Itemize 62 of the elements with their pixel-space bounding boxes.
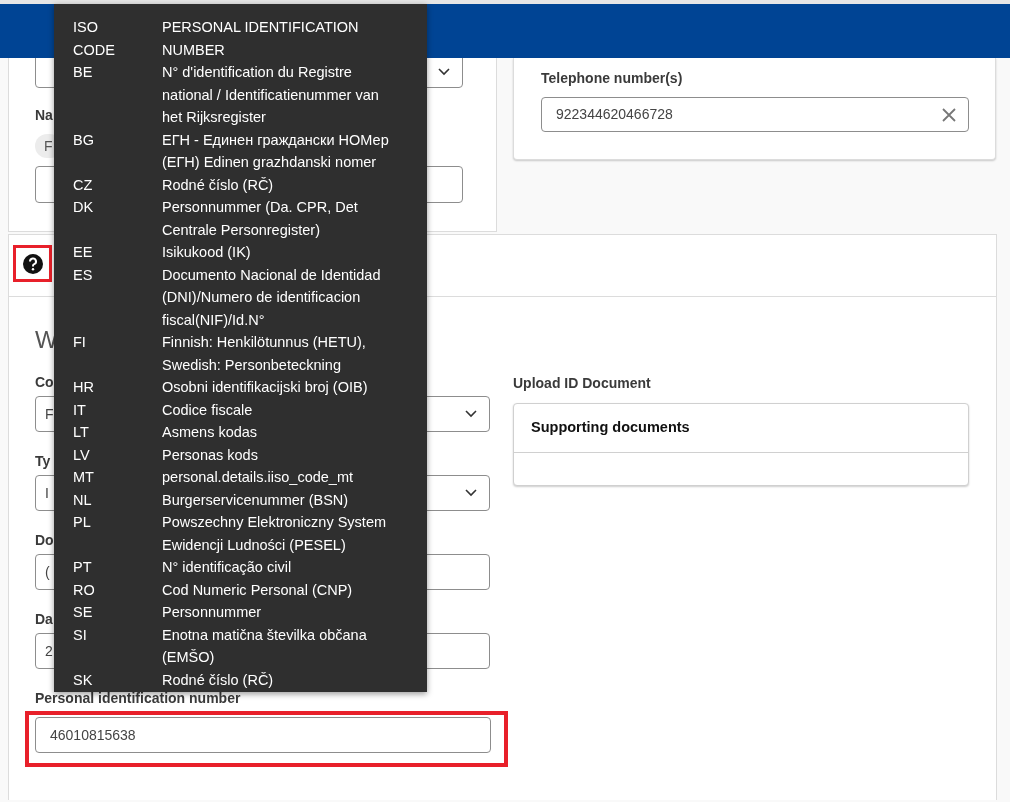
country-code: IT <box>73 401 86 418</box>
field-value: 922344620466728 <box>556 105 673 124</box>
country-code: ES <box>73 266 93 283</box>
country-code: LV <box>73 446 90 463</box>
field-label: Co <box>35 373 54 391</box>
field-label: Personal identification number <box>35 689 241 707</box>
id-number-name: Powszechny Elektroniczny System Ewidencji Ludności (PESEL) <box>162 514 387 553</box>
country-code: CZ <box>73 176 93 193</box>
id-number-name: Isikukood (IK) <box>162 244 251 260</box>
field-label: Da <box>35 610 53 628</box>
id-number-name: Personnummer <box>162 604 262 620</box>
id-number-name: Finnish: Henkilötunnus (HETU), Swedish: Personbeteckning <box>162 334 366 373</box>
close-icon[interactable] <box>942 107 956 122</box>
country-code: MT <box>73 469 94 485</box>
country-code: LT <box>73 424 89 440</box>
chevron-down-icon <box>465 489 477 497</box>
input-field[interactable]: 46010815638 <box>35 717 491 753</box>
column-header: ISO CODE <box>73 18 116 60</box>
id-number-name: Documento Nacional de Identidad (DNI)/Numero de identificacion fiscal(NIF)/Id.N° <box>162 266 381 328</box>
id-number-name: N° d'identification du Registre national / Identificatienummer van het Rijksregister <box>162 64 379 125</box>
input-field[interactable]: 922344620466728 <box>541 97 969 132</box>
country-code: EE <box>73 244 93 260</box>
id-number-name: Rodné číslo (RČ) <box>162 671 274 688</box>
id-number-name: ЕГН - Единен граждански НОМер (ЕГН) Edinen grazhdanski nomer <box>162 131 389 170</box>
country-code: SK <box>73 671 93 688</box>
country-code: SE <box>73 604 93 620</box>
field-value: 2 <box>45 641 53 661</box>
country-code: SI <box>73 626 87 643</box>
field-label: Upload ID Document <box>513 374 651 392</box>
country-code: HR <box>73 379 94 395</box>
field-label: Telephone number(s) <box>541 69 683 87</box>
id-number-name: Asmens kodas <box>162 424 258 440</box>
chevron-down-icon <box>438 68 450 76</box>
panel-title: Supporting documents <box>531 418 690 438</box>
column-header: PERSONAL IDENTIFICATION NUMBER <box>162 19 359 58</box>
id-number-name: Codice fiscale <box>162 401 253 418</box>
country-code: FI <box>73 334 86 350</box>
country-code: PT <box>73 559 92 575</box>
country-code: DK <box>73 199 94 215</box>
field-label: Do <box>35 531 54 549</box>
field-value: I <box>45 483 49 503</box>
id-number-name: personal.details.iiso_code_mt <box>162 469 354 485</box>
country-code: BG <box>73 131 94 148</box>
id-number-name: Osobni identifikacijski broj (OIB) <box>162 379 368 395</box>
country-code: PL <box>73 514 91 530</box>
id-number-name: Burgerservicenummer (BSN) <box>162 491 349 508</box>
id-number-name: Enotna matična številka občana (EMŠO) <box>162 626 367 665</box>
country-code: RO <box>73 581 95 598</box>
field-value: ( <box>45 562 50 582</box>
field-label: Na <box>35 106 53 124</box>
id-number-name: Personas kods <box>162 446 258 463</box>
country-code: NL <box>73 491 92 508</box>
chevron-down-icon <box>465 410 477 418</box>
field-value: 46010815638 <box>50 725 136 745</box>
field-label: Ty <box>35 452 51 470</box>
id-number-name: Cod Numeric Personal (CNP) <box>162 581 353 598</box>
field-value: F <box>45 404 54 424</box>
id-number-name: Personnummer (Da. CPR, Det Centrale Personregister) <box>162 199 358 238</box>
id-number-name: Rodné číslo (RČ) <box>162 176 274 193</box>
country-code: BE <box>73 64 93 80</box>
id-number-name: N° identificação civil <box>162 559 292 575</box>
help-icon[interactable] <box>22 253 43 274</box>
